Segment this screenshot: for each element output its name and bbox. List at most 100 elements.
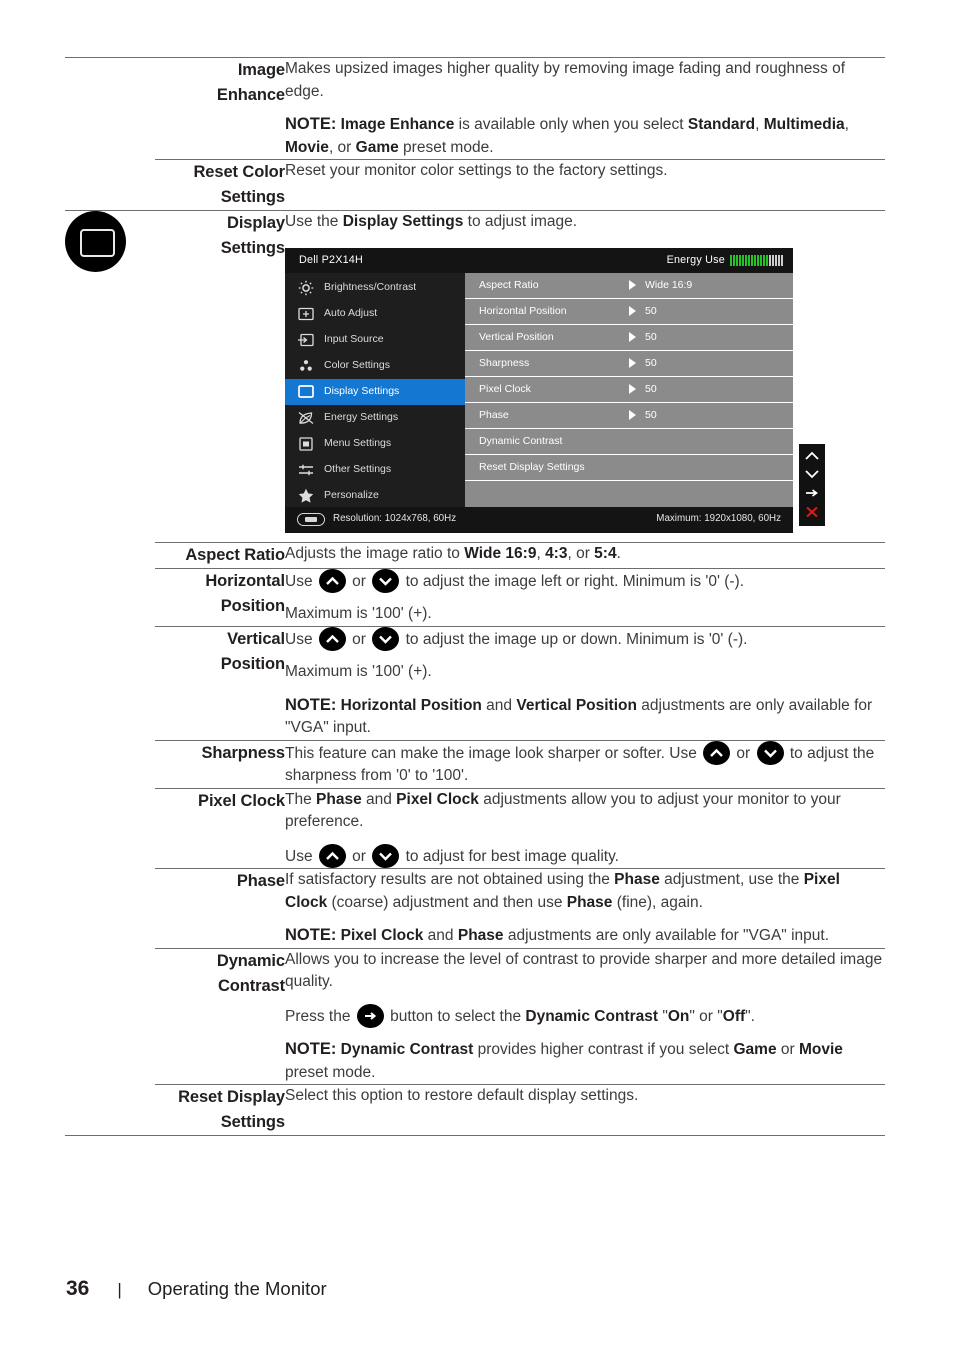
osd-menu-item-color-settings[interactable]: Color Settings xyxy=(285,353,465,379)
row-label-line1: Aspect Ratio xyxy=(185,545,285,564)
down-arrow-icon[interactable] xyxy=(805,469,819,479)
table-row-image-enhance: Image Enhance Makes upsized images highe… xyxy=(65,57,885,160)
osd-option-value: 50 xyxy=(645,356,657,369)
desc-paragraph-2: Maximum is '100' (+). xyxy=(285,663,432,680)
right-triangle-icon xyxy=(629,306,636,316)
t4: Use xyxy=(285,847,317,865)
auto-adjust-icon xyxy=(297,306,314,322)
page-number: 36 xyxy=(66,1277,90,1300)
osd-menu-item-menu-settings[interactable]: Menu Settings xyxy=(285,431,465,457)
osd-option-aspect-ratio[interactable]: Aspect Ratio Wide 16:9 xyxy=(465,273,793,299)
row-label-image-enhance: Image Enhance xyxy=(155,57,285,160)
energy-bar-off xyxy=(772,254,774,266)
t1: The xyxy=(285,790,317,808)
osd-option-label: Sharpness xyxy=(479,356,530,369)
note-text-5: preset mode. xyxy=(398,138,494,156)
osd-menu-item-label: Brightness/Contrast xyxy=(324,281,417,294)
osd-menu-item-label: Menu Settings xyxy=(324,437,392,450)
osd-menu-item-other-settings[interactable]: Other Settings xyxy=(285,457,465,483)
energy-bar-off xyxy=(778,254,780,266)
osd-menu-item-energy-settings[interactable]: Energy Settings xyxy=(285,405,465,431)
osd-option-phase[interactable]: Phase 50 xyxy=(465,403,793,429)
osd-menu-item-input-source[interactable]: Input Source xyxy=(285,327,465,353)
down-arrow-button-icon xyxy=(372,626,400,651)
row-desc-vertical-position: Use or to adjust the image up or down. M… xyxy=(285,625,885,740)
osd-screenshot: Dell P2X14H Energy Use Brightness/Contra… xyxy=(285,247,825,538)
row-label-line1: Reset Color xyxy=(193,163,285,181)
energy-bar-on xyxy=(748,254,750,266)
t1: Use xyxy=(285,630,317,648)
osd-menu-item-label: Auto Adjust xyxy=(324,307,378,320)
osd-nav-buttons[interactable] xyxy=(799,443,825,526)
osd-option-label: Vertical Position xyxy=(479,330,554,343)
osd-option-pixel-clock[interactable]: Pixel Clock 50 xyxy=(465,377,793,403)
energy-bar-on xyxy=(733,254,735,266)
t3: button to select the xyxy=(385,1007,526,1025)
osd-menu-item-brightness-contrast[interactable]: Brightness/Contrast xyxy=(285,275,465,301)
energy-bar-off xyxy=(769,254,771,266)
osd-option-horizontal-position[interactable]: Horizontal Position 50 xyxy=(465,299,793,325)
t2: or xyxy=(347,572,371,590)
note-bold-2: Game xyxy=(733,1041,777,1058)
osd-menu-item-personalize[interactable]: Personalize xyxy=(285,483,465,509)
osd-sidebar-menu[interactable]: Brightness/Contrast Auto Adjust Input Sour… xyxy=(285,272,465,509)
t1: Adjusts the image ratio to xyxy=(285,544,465,562)
osd-option-reset-display-settings[interactable]: Reset Display Settings xyxy=(465,455,793,481)
t1: If satisfactory results are not obtained… xyxy=(285,871,615,888)
osd-option-dynamic-contrast[interactable]: Dynamic Contrast xyxy=(465,429,793,455)
osd-option-vertical-position[interactable]: Vertical Position 50 xyxy=(465,325,793,351)
osd-menu-item-auto-adjust[interactable]: Auto Adjust xyxy=(285,301,465,327)
energy-bar-on xyxy=(742,254,744,266)
table-row-pixel-clock: Pixel Clock The Phase and Pixel Clock ad… xyxy=(65,787,885,869)
osd-option-label: Pixel Clock xyxy=(479,382,531,395)
icon-cell xyxy=(65,788,155,869)
b2: Pixel Clock xyxy=(396,790,479,808)
row-label-display-settings: Display Settings xyxy=(155,210,285,542)
row-desc-phase: If satisfactory results are not obtained… xyxy=(285,868,885,948)
energy-bar-on xyxy=(760,254,762,266)
brightness-icon xyxy=(297,280,314,296)
up-arrow-button-icon xyxy=(703,740,731,765)
up-arrow-icon[interactable] xyxy=(805,451,819,461)
row-label-line1: Sharpness xyxy=(201,743,286,762)
display-monitor-icon xyxy=(65,211,126,272)
desc-bold: Display Settings xyxy=(342,213,464,230)
osd-option-value: Wide 16:9 xyxy=(645,278,693,291)
note-label: NOTE: xyxy=(285,115,337,133)
osd-resolution-group: Resolution: 1024x768, 60Hz xyxy=(297,508,456,531)
osd-menu-item-label: Display Settings xyxy=(324,385,400,398)
row-desc-reset-color-settings: Reset your monitor color settings to the… xyxy=(285,159,885,211)
desc-paragraph-2: Maximum is '100' (+). xyxy=(285,605,432,622)
right-arrow-button-icon xyxy=(356,1003,384,1028)
right-triangle-icon xyxy=(629,410,636,420)
t6: ". xyxy=(745,1007,755,1025)
right-arrow-icon[interactable] xyxy=(805,488,819,498)
note-text-3: , xyxy=(844,116,849,133)
osd-option-sharpness[interactable]: Sharpness 50 xyxy=(465,351,793,377)
row-label-phase: Phase xyxy=(155,868,285,948)
down-arrow-button-icon xyxy=(372,843,400,868)
osd-menu-item-display-settings[interactable]: Display Settings xyxy=(285,378,465,405)
osd-body: Brightness/Contrast Auto Adjust Input Sour… xyxy=(285,272,793,509)
row-label-line2: Settings xyxy=(220,239,285,257)
menu-settings-icon xyxy=(297,436,314,452)
close-x-icon[interactable] xyxy=(805,506,819,518)
icon-cell xyxy=(65,948,155,1085)
desc-paragraph: Makes upsized images higher quality by r… xyxy=(285,60,846,100)
other-settings-icon xyxy=(297,462,314,478)
desc-paragraph-1: The Phase and Pixel Clock adjustments al… xyxy=(285,789,885,834)
row-label-line1: Reset Display xyxy=(178,1088,285,1106)
osd-options-panel[interactable]: Aspect Ratio Wide 16:9 Horizontal Position… xyxy=(465,272,793,507)
down-arrow-button-icon xyxy=(372,568,400,593)
bottom-rule-cell-1 xyxy=(65,1135,155,1136)
desc-pre: Use the xyxy=(285,213,343,230)
energy-use-label: Energy Use xyxy=(666,253,725,266)
row-desc-image-enhance: Makes upsized images higher quality by r… xyxy=(285,57,885,160)
t1: This feature can make the image look sha… xyxy=(285,744,702,762)
row-label-line1: Pixel Clock xyxy=(198,791,285,810)
t3: to adjust the image up or down. Minimum … xyxy=(401,630,748,648)
icon-cell xyxy=(65,740,155,788)
row-label-aspect-ratio: Aspect Ratio xyxy=(155,541,285,568)
t2: or xyxy=(732,744,755,762)
t4: . xyxy=(616,544,621,562)
